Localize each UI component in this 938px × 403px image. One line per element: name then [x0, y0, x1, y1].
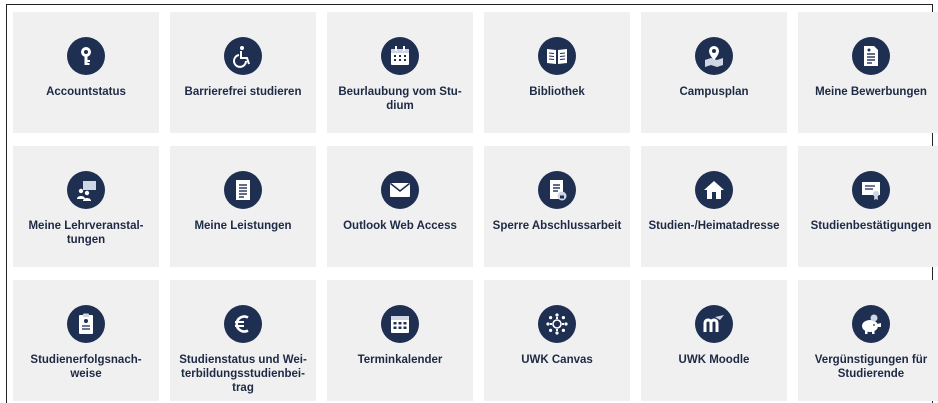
tile-label: Studien-/Heimatadresse [648, 220, 780, 232]
tile-studienstatus-und-weiterbildungsstudienbeitrag[interactable]: Studienstatus und Wei- terbildungsstudie… [170, 280, 316, 401]
tile-studien-heimatadresse[interactable]: Studien-/Heimatadresse [641, 146, 787, 267]
tile-campusplan[interactable]: Campusplan [641, 12, 787, 133]
certificate-icon [852, 171, 890, 209]
key-icon [67, 37, 105, 75]
tile-uwk-canvas[interactable]: UWK Canvas [484, 280, 630, 401]
clipboard-icon [67, 305, 105, 343]
map-pin-icon [695, 37, 733, 75]
calendar-grid-icon [381, 305, 419, 343]
tile-barrierefrei-studieren[interactable]: Barrierefrei studieren [170, 12, 316, 133]
tile-label: Meine Leistungen [194, 220, 292, 232]
house-icon [695, 171, 733, 209]
tile-label: Meine Lehrveranstal- tungen [28, 220, 144, 246]
locked-document-icon [538, 171, 576, 209]
wheelchair-icon [224, 37, 262, 75]
document-icon [852, 37, 890, 75]
calendar-icon [381, 37, 419, 75]
tile-label: Sperre Abschlussarbeit [492, 220, 622, 232]
tile-label: Meine Bewerbungen [815, 86, 927, 98]
tile-label: Vergünstigungen für Studierende [814, 354, 928, 380]
envelope-icon [381, 171, 419, 209]
tile-bibliothek[interactable]: Bibliothek [484, 12, 630, 133]
tile-verguenstigungen-fuer-studierende[interactable]: Vergünstigungen für Studierende [798, 280, 938, 401]
tile-label: Barrierefrei studieren [184, 86, 302, 98]
tile-outlook-web-access[interactable]: Outlook Web Access [327, 146, 473, 267]
tile-label: Studienbestätigungen [810, 220, 932, 232]
tile-meine-leistungen[interactable]: Meine Leistungen [170, 146, 316, 267]
tile-meine-lehrveranstaltungen[interactable]: Meine Lehrveranstal- tungen [13, 146, 159, 267]
book-icon [538, 37, 576, 75]
piggy-bank-icon [852, 305, 890, 343]
tile-label: Terminkalender [357, 354, 443, 366]
service-tile-grid: Accountstatus Barrierefrei studieren Beu… [13, 12, 938, 401]
canvas-icon [538, 305, 576, 343]
tile-label: Beurlaubung vom Stu- dium [338, 86, 462, 112]
euro-icon [224, 305, 262, 343]
tile-terminkalender[interactable]: Terminkalender [327, 280, 473, 401]
tile-beurlaubung-vom-studium[interactable]: Beurlaubung vom Stu- dium [327, 12, 473, 133]
tile-studienerfolgsnachweise[interactable]: Studienerfolgsnach- weise [13, 280, 159, 401]
tile-studienbestaetigungen[interactable]: Studienbestätigungen [798, 146, 938, 267]
tile-label: Studienerfolgsnach- weise [30, 354, 142, 380]
tile-label: UWK Moodle [678, 354, 750, 366]
tile-label: Campusplan [679, 86, 749, 98]
tile-label: UWK Canvas [521, 354, 593, 366]
people-board-icon [67, 171, 105, 209]
tile-label: Accountstatus [46, 86, 126, 98]
tile-uwk-moodle[interactable]: UWK Moodle [641, 280, 787, 401]
tile-label: Outlook Web Access [343, 220, 457, 232]
list-document-icon [224, 171, 262, 209]
tile-label: Studienstatus und Wei- terbildungsstudie… [179, 354, 307, 394]
tile-sperre-abschlussarbeit[interactable]: Sperre Abschlussarbeit [484, 146, 630, 267]
tile-accountstatus[interactable]: Accountstatus [13, 12, 159, 133]
tile-meine-bewerbungen[interactable]: Meine Bewerbungen [798, 12, 938, 133]
moodle-icon [695, 305, 733, 343]
tile-label: Bibliothek [529, 86, 585, 98]
